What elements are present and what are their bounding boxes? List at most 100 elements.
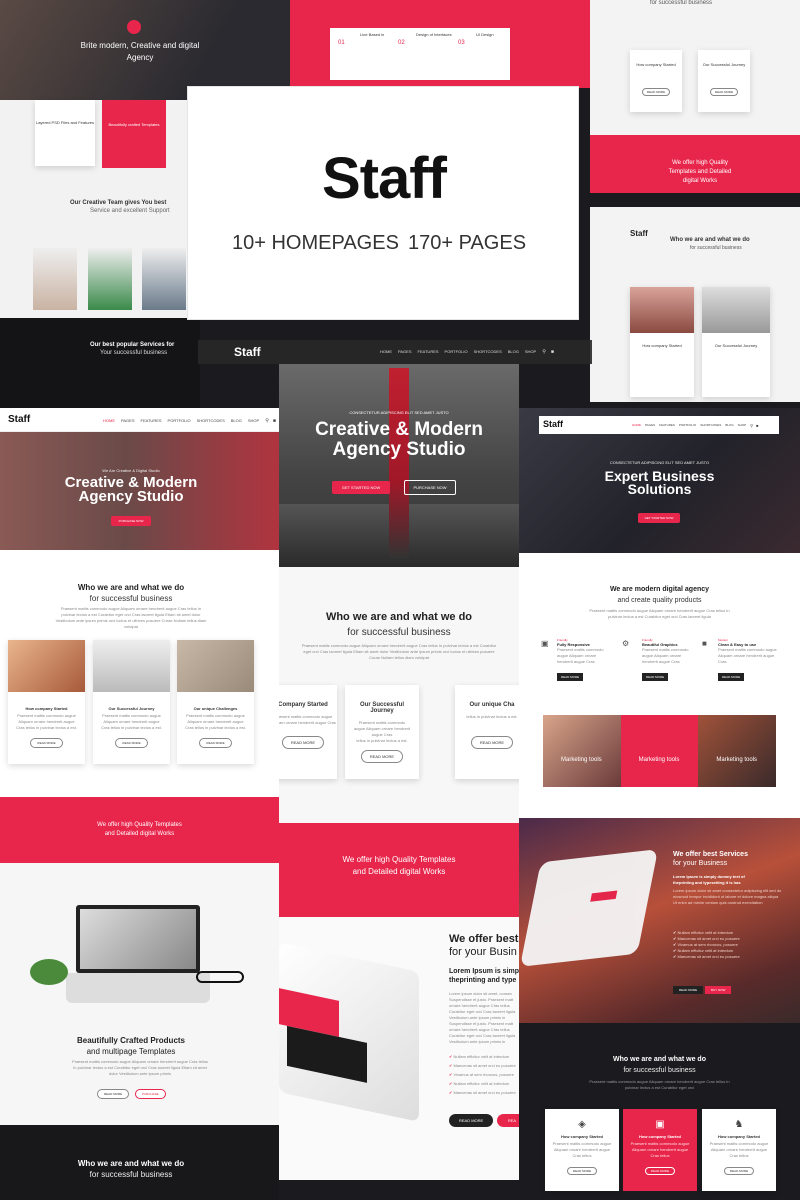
read-more-button[interactable]: READ MORE (360, 750, 404, 763)
nav-blog[interactable]: BLOG (508, 349, 519, 355)
team-member-photo (33, 248, 77, 310)
nav-features[interactable]: FEATURES (141, 418, 162, 424)
image-card: Our Successful Journey Praesent mattis c… (93, 640, 170, 764)
banner-line: and Detailed digital Works (352, 867, 446, 876)
read-more-button[interactable]: READ MORE (281, 736, 325, 749)
read-more-button[interactable]: READ MORE (449, 1114, 494, 1127)
steps-panel: 01 Line Based in 02 Design of Interfaces… (330, 28, 510, 80)
nav-pages[interactable]: PAGES (121, 418, 135, 424)
center-banner: We offer high Quality Templates and Deta… (279, 823, 519, 917)
offer-bullets: ✔ Nullam efficitur velit at interdum ✔ M… (449, 1052, 516, 1097)
feature-body: Praesent mattis commodo augue Aliquam or… (642, 647, 689, 664)
read-more-button[interactable]: READ MORE (115, 738, 148, 748)
nav-home[interactable]: HOME (103, 418, 115, 424)
nav-portfolio[interactable]: PORTFOLIO (445, 349, 468, 355)
section-sub: for successful business (623, 1067, 696, 1074)
bullet-text: Nullam efficitur velit at interdum (677, 948, 734, 953)
bullet-item: ✔ Nullam efficitur velit at interdum (449, 1052, 516, 1061)
nav-shortcodes[interactable]: SHORTCODES (700, 423, 721, 428)
left-hero: We Are Creative & Digital Studio Creativ… (0, 432, 279, 550)
cart-icon[interactable]: ■ (273, 418, 276, 424)
search-icon[interactable]: ⚲ (542, 349, 546, 355)
center-nav: HOME PAGES FEATURES PORTFOLIO SHORTCODES… (380, 349, 554, 355)
section-title: Who we are and what we do (670, 237, 750, 243)
banner-line: and Detailed digital Works (104, 831, 175, 837)
nav-shop[interactable]: SHOP (525, 349, 536, 355)
get-started-button[interactable]: GET STARTED NOW (332, 481, 390, 494)
section-body: Praesent mattis commodo augue Aliquam or… (589, 608, 730, 619)
nav-features[interactable]: FEATURES (418, 349, 439, 355)
read-more-button[interactable]: READ MORE (723, 1167, 755, 1175)
nav-home[interactable]: HOME (380, 349, 392, 355)
card-title: Our unique Cha (469, 702, 515, 708)
nav-blog[interactable]: BLOG (725, 423, 733, 428)
info-card: Our unique Cha tellus in pulvinar lectus… (455, 685, 529, 779)
nav-shortcodes[interactable]: SHORTCODES (474, 349, 502, 355)
center-hero: CONSECTETUR ADIPISCING ELIT SED AMET JUS… (279, 364, 519, 567)
nav-portfolio[interactable]: PORTFOLIO (679, 423, 696, 428)
marketing-tile[interactable]: Marketing tools (543, 715, 621, 787)
marketing-tile[interactable]: Marketing tools (698, 715, 777, 787)
left-nav: HOME PAGES FEATURES PORTFOLIO SHORTCODES… (103, 418, 276, 424)
services-section: We offer best Services for your Business… (519, 818, 800, 1023)
nav-shop[interactable]: SHOP (248, 418, 259, 424)
team-title: Our Creative Team gives You best (70, 200, 167, 206)
nav-pages[interactable]: PAGES (398, 349, 412, 355)
card-body: Praesent mattis commodo augue Aliquam or… (101, 713, 162, 730)
read-more-button[interactable]: READ MORE (709, 88, 739, 96)
brand-logo[interactable]: Staff (630, 229, 648, 238)
brand-logo[interactable]: Staff (543, 419, 563, 429)
get-started-button[interactable]: GET STARTED NOW (638, 513, 680, 523)
nav-portfolio[interactable]: PORTFOLIO (168, 418, 191, 424)
search-icon[interactable]: ⚲ (265, 418, 269, 424)
read-more-button[interactable]: READ MORE (673, 986, 704, 994)
read-more-button[interactable]: READ MORE (30, 738, 63, 748)
read-more-button[interactable]: READ MORE (470, 736, 514, 749)
center-offer-section: We offer best for your Busin Lorem Ipsum… (279, 917, 527, 1180)
read-more-button[interactable]: READ MORE (557, 673, 584, 681)
section-body: Praesent mattis commodo augue Aliquam or… (55, 606, 207, 629)
bullet-item: ✔ Vivamus at sem rhoncus, posuere (449, 1070, 516, 1079)
purchase-button[interactable]: PURCHASE (135, 1089, 166, 1099)
banner-line: We offer high Quality Templates (97, 822, 182, 828)
read-more-button[interactable]: READ MORE (566, 1167, 598, 1175)
offer-line: for your Busin (449, 946, 517, 958)
nav-pages[interactable]: PAGES (645, 423, 655, 428)
nav-blog[interactable]: BLOG (231, 418, 242, 424)
section-sub: for successful business (89, 1170, 173, 1179)
section-title: We are modern digital agency (609, 586, 710, 593)
read-more-button[interactable]: READ MORE (642, 673, 669, 681)
buy-now-button[interactable]: BUY NOW (705, 986, 732, 994)
search-icon[interactable]: ⚲ (750, 423, 753, 428)
brand-logo[interactable]: Staff (234, 345, 261, 359)
purchase-button[interactable]: PURCHASE NOW (111, 516, 151, 526)
bullet-text: Maecenas sit amet orci eu posuere (677, 936, 740, 941)
body-line: Vestibulum ante ipsum primis in (449, 1039, 506, 1044)
marketing-tile[interactable]: Marketing tools (620, 715, 699, 787)
card-title: Company Started (278, 702, 328, 708)
read-more-button[interactable]: READ MORE (718, 673, 745, 681)
read-more-button[interactable]: READ MORE (641, 88, 671, 96)
bullet-text: Nullam efficitur velit at interdum (453, 1081, 510, 1086)
read-more-button[interactable]: READ MORE (199, 738, 232, 748)
team-sub: Service and excellent Support (90, 208, 170, 214)
read-more-button[interactable]: READ MORE (97, 1089, 130, 1099)
purchase-button[interactable]: PURCHASE NOW (404, 480, 456, 495)
strip-sub: Your successful business (100, 350, 168, 356)
brand-logo[interactable]: Staff (8, 414, 30, 425)
cart-icon[interactable]: ■ (551, 349, 554, 355)
nav-home[interactable]: HOME (632, 423, 641, 428)
section-sub: for successful business (89, 594, 173, 603)
nav-shortcodes[interactable]: SHORTCODES (197, 418, 225, 424)
nav-shop[interactable]: SHOP (738, 423, 747, 428)
feature-card-title: Layered PSD Files and Features (35, 120, 95, 125)
info-card: How company Started READ MORE (630, 50, 682, 112)
hero-title: Creative & Modern Agency Studio (0, 475, 262, 504)
play-icon[interactable] (127, 20, 141, 34)
card-photo (702, 287, 770, 333)
nav-features[interactable]: FEATURES (659, 423, 675, 428)
cart-icon[interactable]: ■ (756, 423, 758, 428)
read-more-button[interactable]: READ MORE (644, 1167, 676, 1175)
step-label: Line Based in (360, 32, 385, 37)
right-hero: Staff HOME PAGES FEATURES PORTFOLIO SHOR… (519, 408, 800, 553)
